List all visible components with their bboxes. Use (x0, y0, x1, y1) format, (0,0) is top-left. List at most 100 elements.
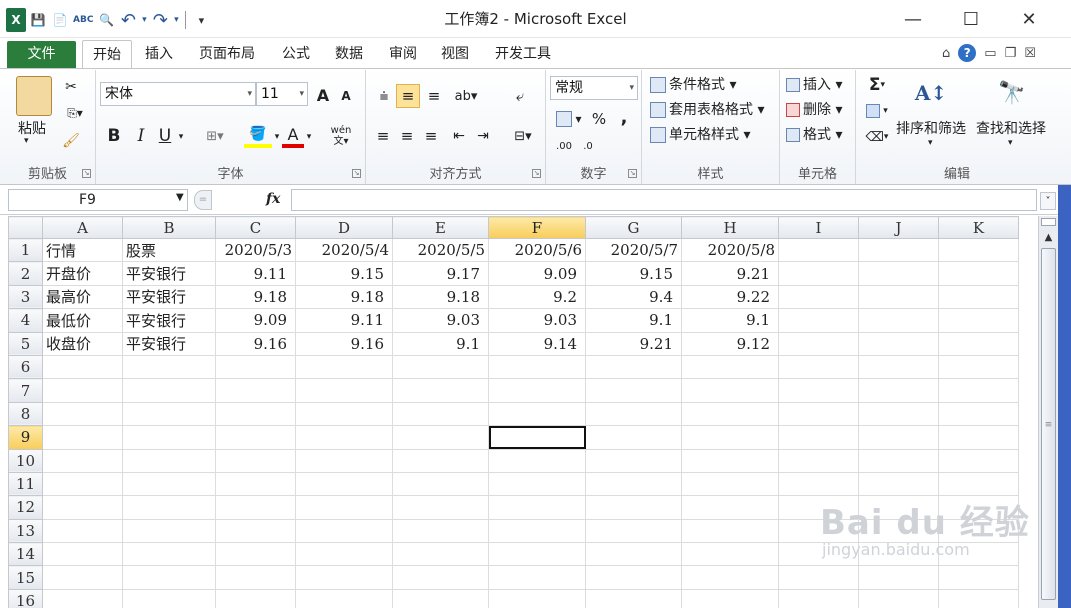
save-icon[interactable]: 💾 (28, 8, 48, 32)
cell-e16[interactable] (392, 588, 489, 608)
cell-c1[interactable]: 2020/5/3 (215, 237, 296, 263)
cell-d4[interactable]: 9.11 (295, 308, 393, 333)
column-header-h[interactable]: H (681, 216, 779, 239)
formula-bar-expand-icon[interactable]: = (194, 190, 212, 210)
cell-a6[interactable] (42, 354, 123, 380)
cell-c9[interactable] (215, 425, 296, 450)
cell-f3[interactable]: 9.2 (488, 284, 586, 310)
cell-d15[interactable] (295, 565, 393, 590)
row-header[interactable]: 12 (8, 495, 43, 520)
workbook-close-icon[interactable]: ☒ (1024, 46, 1036, 61)
close-button[interactable]: ✕ (1000, 0, 1058, 38)
cell-f15[interactable] (488, 565, 586, 590)
cell-c10[interactable] (215, 448, 296, 473)
cell-f7[interactable] (488, 378, 586, 403)
find-select-label[interactable]: 查找和选择 (976, 118, 1046, 138)
cell-c8[interactable] (215, 401, 296, 427)
grow-font-icon[interactable]: A (312, 84, 334, 106)
redo-dropdown-icon[interactable]: ▾ (172, 8, 180, 32)
cell-a3[interactable]: 最高价 (42, 284, 123, 310)
cell-b16[interactable] (122, 588, 216, 608)
undo-icon[interactable]: ↶ (118, 8, 138, 32)
find-select-icon[interactable]: 🔭 (994, 76, 1030, 110)
underline-button[interactable]: U (156, 124, 174, 148)
paste-dropdown-icon[interactable]: ▾ (24, 136, 29, 146)
cell-j6[interactable] (858, 354, 939, 380)
cell-c6[interactable] (215, 354, 296, 380)
decrease-indent-icon[interactable]: ⇤ (448, 124, 470, 148)
cell-i6[interactable] (778, 354, 859, 380)
find-select-dropdown-icon[interactable]: ▾ (1008, 138, 1013, 148)
autosum-icon[interactable]: Σ ▾ (862, 74, 892, 96)
number-format-dropdown-icon[interactable]: ▾ (629, 77, 634, 99)
row-header[interactable]: 3 (8, 284, 43, 310)
workbook-minimize-icon[interactable]: ▭ (984, 46, 996, 61)
cell-b15[interactable] (122, 565, 216, 590)
conditional-formatting-button[interactable]: 条件格式 ▾ (650, 74, 736, 96)
column-header-d[interactable]: D (295, 216, 393, 239)
font-name-combo[interactable]: 宋体 ▾ (100, 82, 256, 106)
cell-j11[interactable] (858, 471, 939, 497)
cell-f5[interactable]: 9.14 (488, 331, 586, 356)
cell-g2[interactable]: 9.15 (585, 261, 682, 286)
cell-i7[interactable] (778, 378, 859, 403)
tab-view[interactable]: 视图 (432, 40, 478, 68)
cell-e11[interactable] (392, 471, 489, 497)
cell-b7[interactable] (122, 378, 216, 403)
cell-c15[interactable] (215, 565, 296, 590)
cell-b12[interactable] (122, 495, 216, 520)
cell-h8[interactable] (681, 401, 779, 427)
accounting-format-icon[interactable]: ▾ (552, 108, 586, 130)
cell-a9[interactable] (42, 425, 123, 450)
column-header-i[interactable]: I (778, 216, 859, 239)
cell-i3[interactable] (778, 284, 859, 310)
cell-i8[interactable] (778, 401, 859, 427)
cell-h4[interactable]: 9.1 (681, 308, 779, 333)
row-header[interactable]: 13 (8, 518, 43, 544)
cell-i9[interactable] (778, 425, 859, 450)
cell-d14[interactable] (295, 542, 393, 567)
cell-h15[interactable] (681, 565, 779, 590)
cell-f14[interactable] (488, 542, 586, 567)
cell-h7[interactable] (681, 378, 779, 403)
cell-j7[interactable] (858, 378, 939, 403)
column-header-f[interactable]: F (488, 216, 586, 239)
cell-d13[interactable] (295, 518, 393, 544)
cell-e15[interactable] (392, 565, 489, 590)
cell-e12[interactable] (392, 495, 489, 520)
cell-b14[interactable] (122, 542, 216, 567)
cell-e5[interactable]: 9.1 (392, 331, 489, 356)
cell-g10[interactable] (585, 448, 682, 473)
cell-f1[interactable]: 2020/5/6 (488, 237, 586, 263)
new-document-icon[interactable]: 📄 (50, 8, 70, 32)
name-box-dropdown-icon[interactable]: ▼ (176, 192, 184, 203)
cell-i1[interactable] (778, 237, 859, 263)
cell-g6[interactable] (585, 354, 682, 380)
formula-bar-expand-toggle-icon[interactable]: ˅ (1040, 192, 1056, 210)
cell-e8[interactable] (392, 401, 489, 427)
help-icon[interactable]: ? (958, 44, 977, 62)
cell-a15[interactable] (42, 565, 123, 590)
cell-k11[interactable] (938, 471, 1019, 497)
scroll-thumb[interactable]: ≡ (1041, 248, 1056, 600)
cell-k5[interactable] (938, 331, 1019, 356)
cell-g3[interactable]: 9.4 (585, 284, 682, 310)
increase-indent-icon[interactable]: ⇥ (472, 124, 494, 148)
cell-h6[interactable] (681, 354, 779, 380)
cell-c16[interactable] (215, 588, 296, 608)
percent-style-icon[interactable]: % (590, 108, 608, 130)
cell-a7[interactable] (42, 378, 123, 403)
clipboard-launcher-icon[interactable]: ↘ (82, 169, 91, 178)
cell-a4[interactable]: 最低价 (42, 308, 123, 333)
align-left-icon[interactable]: ≡ (372, 124, 394, 148)
cell-f8[interactable] (488, 401, 586, 427)
cell-h11[interactable] (681, 471, 779, 497)
cell-f16[interactable] (488, 588, 586, 608)
cell-g5[interactable]: 9.21 (585, 331, 682, 356)
row-header[interactable]: 7 (8, 378, 43, 403)
cell-a11[interactable] (42, 471, 123, 497)
copy-icon[interactable]: ⎘▾ (62, 104, 88, 122)
fill-color-icon[interactable]: 🪣 (244, 124, 272, 148)
cell-d1[interactable]: 2020/5/4 (295, 237, 393, 263)
undo-dropdown-icon[interactable]: ▾ (140, 8, 148, 32)
